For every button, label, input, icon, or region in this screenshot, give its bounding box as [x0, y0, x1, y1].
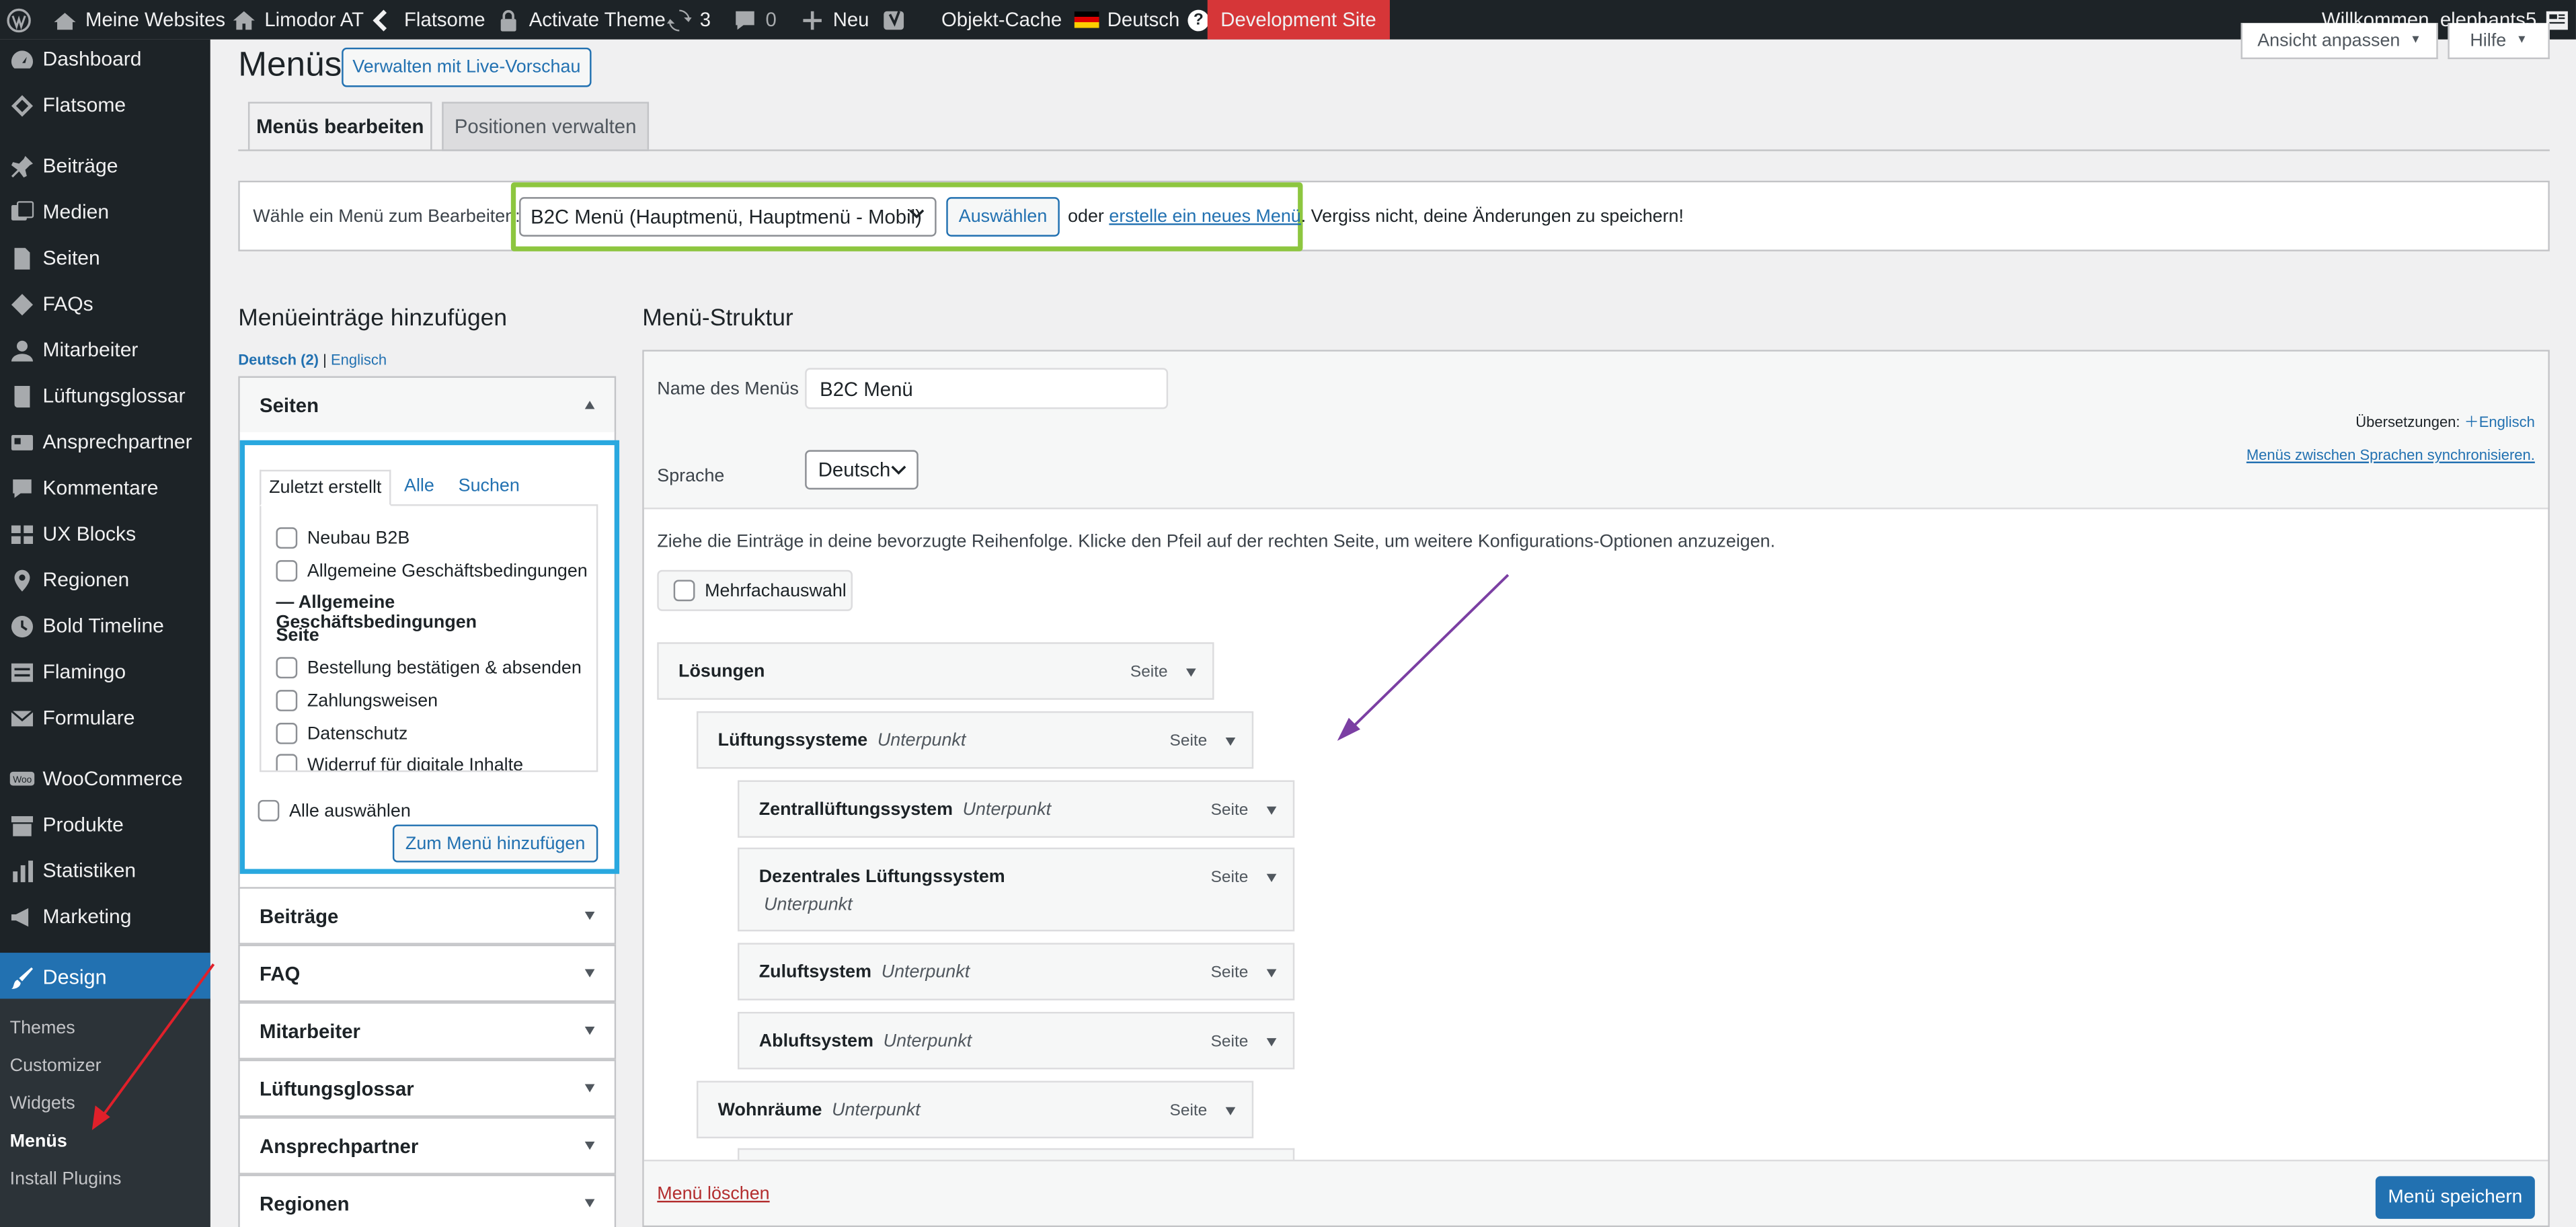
purple-arrow [1337, 573, 1510, 741]
annotation-arrows [91, 573, 1510, 1130]
red-arrow [91, 963, 215, 1130]
tab-zuletzt-erstellt[interactable]: Zuletzt erstellt [260, 469, 391, 506]
